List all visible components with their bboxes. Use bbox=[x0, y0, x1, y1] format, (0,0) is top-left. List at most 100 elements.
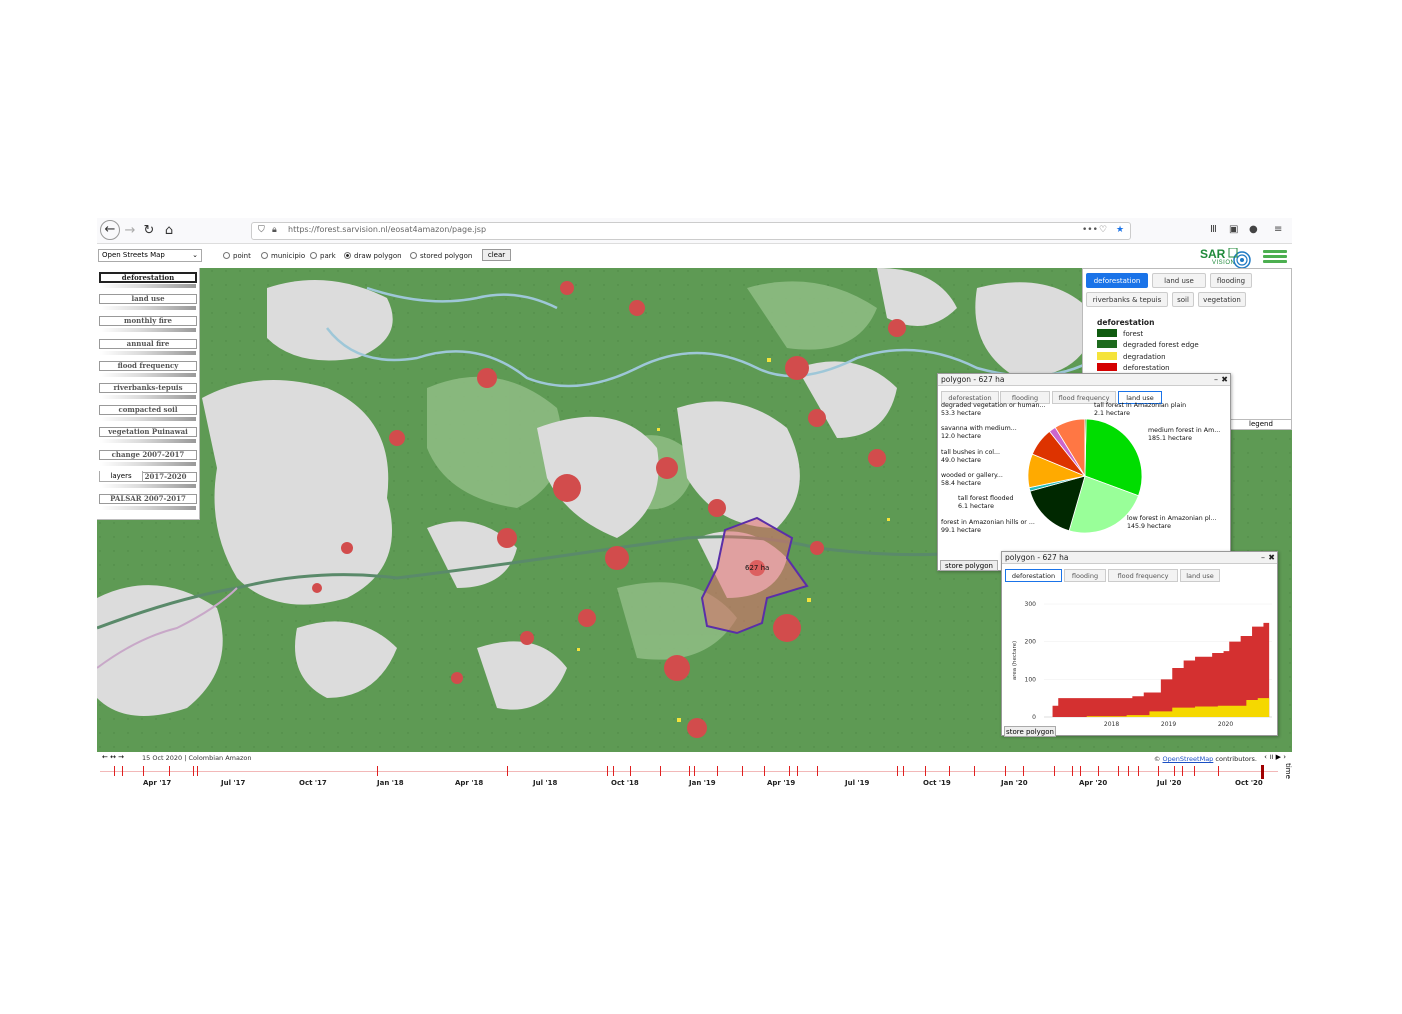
layer-palsar-2007-2017[interactable]: PALSAR 2007-2017 bbox=[99, 494, 197, 512]
event-tick[interactable] bbox=[1138, 766, 1139, 776]
radio-draw-polygon[interactable]: draw polygon bbox=[344, 252, 402, 260]
timeline[interactable]: ← ↔ → 15 Oct 2020 | Colombian Amazon © O… bbox=[97, 752, 1292, 792]
event-tick[interactable] bbox=[613, 766, 614, 776]
minimize-icon[interactable]: – bbox=[1214, 374, 1218, 386]
event-tick[interactable] bbox=[949, 766, 950, 776]
layer-deforestation[interactable]: deforestation bbox=[99, 272, 197, 290]
opacity-slider[interactable] bbox=[100, 350, 196, 355]
opacity-slider[interactable] bbox=[100, 284, 196, 288]
menu-icon[interactable]: ≡ bbox=[1274, 224, 1282, 235]
event-tick[interactable] bbox=[897, 766, 898, 776]
back-icon[interactable]: ← bbox=[100, 220, 120, 240]
event-tick[interactable] bbox=[903, 766, 904, 776]
event-tick[interactable] bbox=[193, 766, 194, 776]
close-icon[interactable]: ✖ bbox=[1221, 374, 1228, 386]
legend-button[interactable]: legend bbox=[1230, 420, 1292, 430]
legend-tab-land-use[interactable]: land use bbox=[1152, 273, 1206, 288]
layer-vegetation-puinawai[interactable]: vegetation Puinawai bbox=[99, 427, 197, 445]
tab-deforestation[interactable]: deforestation bbox=[1005, 569, 1062, 582]
playback-controls-icon[interactable]: ‹ ॥ ▶ › bbox=[1264, 753, 1286, 762]
account-icon[interactable]: ● bbox=[1249, 224, 1258, 235]
event-tick[interactable] bbox=[607, 766, 608, 776]
reload-icon[interactable]: ↻ bbox=[140, 222, 158, 240]
event-tick[interactable] bbox=[1005, 766, 1006, 776]
tab-flood-frequency[interactable]: flood frequency bbox=[1108, 569, 1178, 582]
minimize-icon[interactable]: – bbox=[1261, 552, 1265, 564]
event-tick[interactable] bbox=[507, 766, 508, 776]
radio-button-icon[interactable] bbox=[223, 252, 230, 259]
event-tick[interactable] bbox=[1194, 766, 1195, 776]
radio-stored-polygon[interactable]: stored polygon bbox=[410, 252, 472, 260]
event-tick[interactable] bbox=[689, 766, 690, 776]
opacity-slider[interactable] bbox=[100, 372, 196, 377]
event-tick[interactable] bbox=[1023, 766, 1024, 776]
event-tick[interactable] bbox=[169, 766, 170, 776]
timeline-nav-icon[interactable]: ← ↔ → bbox=[102, 753, 124, 761]
address-bar[interactable]: ⛉ 🔒︎ https://forest.sarvision.nl/eosat4a… bbox=[251, 222, 1131, 240]
current-time-marker[interactable] bbox=[1261, 765, 1264, 779]
event-tick[interactable] bbox=[789, 766, 790, 776]
layer-riverbanks-tepuis[interactable]: riverbanks-tepuis bbox=[99, 383, 197, 401]
event-tick[interactable] bbox=[143, 766, 144, 776]
event-tick[interactable] bbox=[925, 766, 926, 776]
event-tick[interactable] bbox=[122, 766, 123, 776]
opacity-slider[interactable] bbox=[100, 439, 196, 444]
event-tick[interactable] bbox=[1054, 766, 1055, 776]
layer-change-2007-2017[interactable]: change 2007-2017 bbox=[99, 449, 197, 468]
close-icon[interactable]: ✖ bbox=[1268, 552, 1275, 564]
legend-tab-riverbanks-tepuis[interactable]: riverbanks & tepuis bbox=[1086, 292, 1168, 307]
layer-flood-frequency[interactable]: flood frequency bbox=[99, 360, 197, 379]
legend-tab-soil[interactable]: soil bbox=[1172, 292, 1194, 307]
tab-land-use[interactable]: land use bbox=[1180, 569, 1220, 582]
event-tick[interactable] bbox=[377, 766, 378, 776]
layers-tab[interactable]: layers bbox=[99, 471, 143, 482]
opacity-slider[interactable] bbox=[100, 506, 196, 510]
opacity-slider[interactable] bbox=[100, 328, 196, 333]
legend-tab-deforestation[interactable]: deforestation bbox=[1086, 273, 1148, 288]
event-tick[interactable] bbox=[1158, 766, 1159, 776]
layer-land-use[interactable]: land use bbox=[99, 294, 197, 312]
layer-monthly-fire[interactable]: monthly fire bbox=[99, 316, 197, 334]
event-tick[interactable] bbox=[1128, 766, 1129, 776]
legend-tab-vegetation[interactable]: vegetation bbox=[1198, 292, 1246, 307]
opacity-slider[interactable] bbox=[100, 306, 196, 311]
event-tick[interactable] bbox=[114, 766, 115, 776]
store-polygon-button[interactable]: store polygon bbox=[1004, 726, 1056, 737]
layer-annual-fire[interactable]: annual fire bbox=[99, 338, 197, 357]
tab-flooding[interactable]: flooding bbox=[1064, 569, 1106, 582]
radio-point[interactable]: point bbox=[223, 252, 251, 260]
hamburger-menu-icon[interactable] bbox=[1263, 250, 1287, 263]
event-tick[interactable] bbox=[974, 766, 975, 776]
forward-icon[interactable]: → bbox=[121, 222, 139, 240]
star-icon[interactable]: ★ bbox=[1116, 225, 1124, 235]
radio-button-icon[interactable] bbox=[410, 252, 417, 259]
radio-button-icon[interactable] bbox=[310, 252, 317, 259]
event-tick[interactable] bbox=[694, 766, 695, 776]
clear-button[interactable]: clear bbox=[482, 249, 511, 261]
radio-park[interactable]: park bbox=[310, 252, 336, 260]
pocket-icon[interactable]: ♡ bbox=[1099, 225, 1107, 235]
opacity-slider[interactable] bbox=[100, 461, 196, 466]
event-tick[interactable] bbox=[1080, 766, 1081, 776]
event-tick[interactable] bbox=[1098, 766, 1099, 776]
event-tick[interactable] bbox=[630, 766, 631, 776]
opacity-slider[interactable] bbox=[100, 483, 196, 488]
event-tick[interactable] bbox=[197, 766, 198, 776]
event-tick[interactable] bbox=[717, 766, 718, 776]
legend-tab-flooding[interactable]: flooding bbox=[1210, 273, 1252, 288]
event-tick[interactable] bbox=[797, 766, 798, 776]
opacity-slider[interactable] bbox=[100, 417, 196, 422]
event-tick[interactable] bbox=[1174, 766, 1175, 776]
event-tick[interactable] bbox=[1218, 766, 1219, 776]
home-icon[interactable]: ⌂ bbox=[160, 222, 178, 240]
event-tick[interactable] bbox=[764, 766, 765, 776]
event-tick[interactable] bbox=[1072, 766, 1073, 776]
event-tick[interactable] bbox=[1182, 766, 1183, 776]
layer-compacted-soil[interactable]: compacted soil bbox=[99, 405, 197, 423]
basemap-select[interactable]: Open Streets Map ⌄ bbox=[98, 249, 202, 262]
radio-button-icon[interactable] bbox=[344, 252, 351, 259]
store-polygon-button[interactable]: store polygon bbox=[940, 560, 998, 571]
library-icon[interactable]: Ⅲ bbox=[1210, 224, 1217, 235]
event-tick[interactable] bbox=[1118, 766, 1119, 776]
opacity-slider[interactable] bbox=[100, 395, 196, 399]
